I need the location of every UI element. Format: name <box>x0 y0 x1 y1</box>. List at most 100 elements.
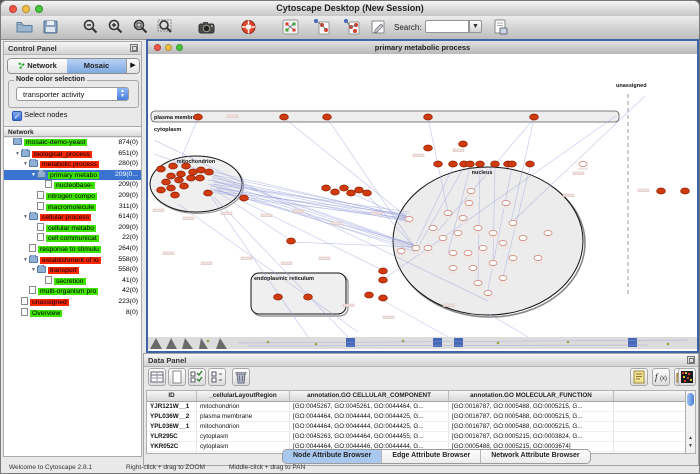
selected-gene-node[interactable] <box>340 185 349 191</box>
selected-gene-node[interactable] <box>196 175 205 181</box>
save-session-icon[interactable] <box>41 18 60 36</box>
formula-builder-icon[interactable]: f(x) <box>652 368 670 386</box>
expander-icon[interactable]: ▼ <box>30 170 37 180</box>
gene-node[interactable] <box>579 161 587 166</box>
selected-gene-node[interactable] <box>434 161 443 167</box>
selected-gene-node[interactable] <box>476 161 485 167</box>
gene-node[interactable] <box>509 255 517 260</box>
tree-row[interactable]: mosaic-demo-yeast874(0) <box>4 138 141 149</box>
tab-overflow-arrow[interactable]: ▶ <box>126 59 139 73</box>
import-file-icon[interactable] <box>491 18 510 36</box>
help-lifering-icon[interactable] <box>239 18 258 36</box>
selected-gene-node[interactable] <box>355 187 364 193</box>
zoom-out-icon[interactable] <box>81 18 100 36</box>
layout-nodes-a-icon[interactable] <box>312 18 331 36</box>
gene-node[interactable] <box>459 215 467 220</box>
selected-gene-node[interactable] <box>157 166 166 172</box>
gene-node[interactable] <box>502 200 510 205</box>
gene-node[interactable] <box>489 230 497 235</box>
zoom-in-icon[interactable] <box>106 18 125 36</box>
scrollbar-arrows[interactable]: ▲▼ <box>686 434 695 452</box>
selected-gene-node[interactable] <box>169 163 178 169</box>
gene-node[interactable] <box>465 200 473 205</box>
gene-node[interactable] <box>449 265 457 270</box>
search-input[interactable] <box>425 20 469 33</box>
gene-node[interactable] <box>449 250 457 255</box>
gene-node[interactable] <box>405 216 413 221</box>
delete-attribute-icon[interactable] <box>232 368 250 386</box>
gene-node[interactable] <box>454 230 462 235</box>
tree-row[interactable]: macromolecule311(0) <box>4 202 141 213</box>
selected-gene-node[interactable] <box>167 173 176 179</box>
gene-node[interactable] <box>534 255 542 260</box>
tree-row[interactable]: nitrogen compo209(0) <box>4 191 141 202</box>
selected-gene-node[interactable] <box>171 192 180 198</box>
selected-gene-node[interactable] <box>157 187 166 193</box>
table-row[interactable]: YLR295Ccytoplasm[GO:0045263, GO:0044464,… <box>147 432 687 442</box>
gene-node[interactable] <box>424 245 432 250</box>
tree-row[interactable]: unassigned223(0) <box>4 297 141 308</box>
layout-nodes-b-icon[interactable] <box>342 18 361 36</box>
gene-node[interactable] <box>474 225 482 230</box>
network-canvas[interactable]: plasma membranecytoplasmmitochondrionnuc… <box>148 54 697 351</box>
tab-mosaic[interactable]: Mosaic <box>67 59 126 73</box>
gene-node[interactable] <box>509 220 517 225</box>
selected-gene-node[interactable] <box>175 177 184 183</box>
selected-gene-node[interactable] <box>180 183 189 189</box>
float-data-panel-icon[interactable] <box>687 356 695 364</box>
table-row[interactable]: YJR121W__1mitochondrion[GO:0045267, GO:0… <box>147 402 687 412</box>
selected-gene-node[interactable] <box>197 167 206 173</box>
selected-gene-node[interactable] <box>459 141 468 147</box>
select-attributes-icon[interactable] <box>148 368 166 386</box>
selected-gene-node[interactable] <box>323 114 332 120</box>
gene-node[interactable] <box>439 235 447 240</box>
selected-gene-node[interactable] <box>530 114 539 120</box>
selected-gene-node[interactable] <box>681 188 690 194</box>
matrix-heatmap-icon[interactable] <box>678 368 696 386</box>
tree-row[interactable]: ▼transport558(0) <box>4 265 141 276</box>
annotation-page-icon[interactable] <box>369 18 388 36</box>
selected-gene-node[interactable] <box>466 161 475 167</box>
expander-icon[interactable]: ▼ <box>14 149 21 159</box>
gene-node[interactable] <box>469 265 477 270</box>
selected-gene-node[interactable] <box>287 238 296 244</box>
gene-node[interactable] <box>519 235 527 240</box>
scrollbar-thumb[interactable] <box>687 393 694 406</box>
table-header-cell[interactable]: _cellularLayoutRegion <box>197 391 290 401</box>
selected-gene-node[interactable] <box>194 114 203 120</box>
tree-row[interactable]: ▼biological_process651(0) <box>4 149 141 160</box>
gene-node[interactable] <box>412 245 420 250</box>
open-file-icon[interactable] <box>15 18 34 36</box>
selected-gene-node[interactable] <box>365 292 374 298</box>
tree-row[interactable]: response to stimulu264(0) <box>4 244 141 255</box>
tree-row[interactable]: multi-organism pro42(0) <box>4 286 141 297</box>
selected-gene-node[interactable] <box>167 185 176 191</box>
selected-gene-node[interactable] <box>449 161 458 167</box>
selected-gene-node[interactable] <box>204 190 213 196</box>
search-dropdown-arrow[interactable]: ▼ <box>469 20 482 33</box>
zoom-selected-region-icon[interactable] <box>131 18 150 36</box>
tab-node-attribute-browser[interactable]: Node Attribute Browser <box>283 450 382 463</box>
selected-gene-node[interactable] <box>379 268 388 274</box>
gene-node[interactable] <box>467 188 475 193</box>
selected-gene-node[interactable] <box>322 185 331 191</box>
selected-gene-node[interactable] <box>657 188 666 194</box>
gene-node[interactable] <box>499 240 507 245</box>
selected-gene-node[interactable] <box>280 114 289 120</box>
selected-gene-node[interactable] <box>187 175 196 181</box>
expander-icon[interactable]: ▼ <box>22 212 29 222</box>
gene-node[interactable] <box>544 230 552 235</box>
tree-row[interactable]: cellular metabo209(0) <box>4 223 141 234</box>
selected-gene-node[interactable] <box>331 189 340 195</box>
select-rows-checked-icon[interactable] <box>188 368 206 386</box>
tree-row[interactable]: ▼metabolic process280(0) <box>4 159 141 170</box>
table-row[interactable]: YPL036W__2plasma membrane[GO:0044464, GO… <box>147 412 687 422</box>
gene-node[interactable] <box>489 260 497 265</box>
tree-row[interactable]: ▼establishment of lo558(0) <box>4 255 141 266</box>
tab-network[interactable]: Network <box>8 59 67 73</box>
selected-gene-node[interactable] <box>189 169 198 175</box>
tree-row[interactable]: Overview8(0) <box>4 308 141 319</box>
tree-row[interactable]: ▼cellular process614(0) <box>4 212 141 223</box>
tab-edge-attribute-browser[interactable]: Edge Attribute Browser <box>382 450 481 463</box>
table-header-cell[interactable]: annotation.GO CELLULAR_COMPONENT <box>290 391 449 401</box>
